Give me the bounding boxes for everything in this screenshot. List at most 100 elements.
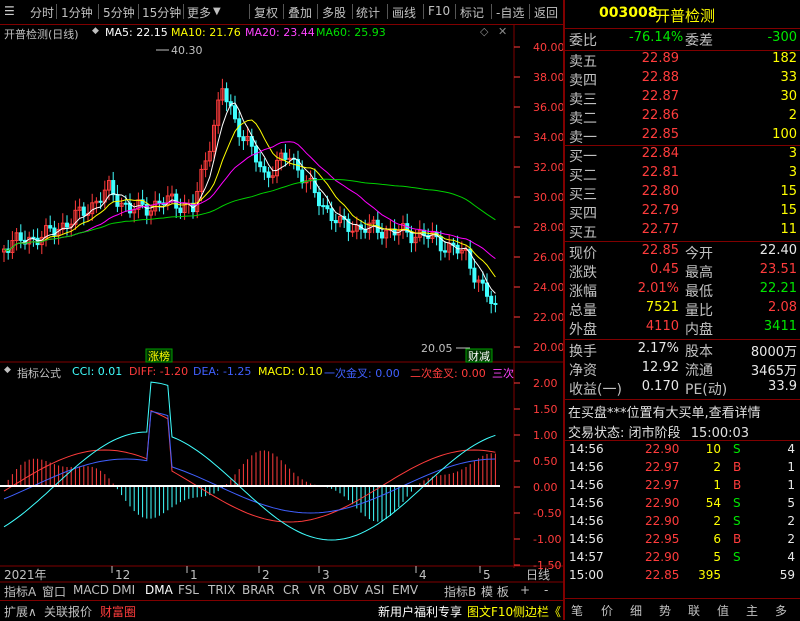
diff-value: DIFF: -1.20: [129, 365, 189, 378]
level-label: 卖二: [569, 111, 597, 127]
collapse-icon[interactable]: ◆: [92, 26, 99, 36]
sell-level-row[interactable]: 卖五 22.89 182: [567, 51, 799, 71]
tick-price: 22.90: [645, 514, 680, 528]
tab-15min[interactable]: 15分钟: [142, 4, 181, 21]
tick-volume: 10: [705, 442, 721, 456]
kline-chart[interactable]: 40.0038.0036.0034.0032.0030.0028.0026.00…: [0, 25, 563, 598]
stat-row: 总量 7521 量比 2.08: [567, 300, 799, 320]
indicator-name[interactable]: 指标公式: [17, 365, 61, 380]
chart-title: 开普检测(日线): [4, 28, 79, 41]
tab-emv[interactable]: EMV: [392, 583, 418, 597]
buy-orders: 买一 22.84 3 买二 22.81 3 买三 22.80 15 买四 22.79 15 买五 22.7…: [565, 146, 800, 246]
tab-dmi[interactable]: DMI: [112, 583, 135, 597]
level-volume: 30: [780, 89, 797, 104]
sell-level-row[interactable]: 卖四 22.88 33: [567, 70, 799, 90]
tab-obv[interactable]: OBV: [333, 583, 359, 597]
zoom-in-button[interactable]: +: [520, 583, 530, 597]
promo-link[interactable]: 新用户福利专享: [378, 603, 462, 620]
overlay-button[interactable]: 叠加: [288, 4, 312, 21]
tab-asi[interactable]: ASI: [365, 583, 384, 597]
sell-level-row[interactable]: 卖二 22.86 2: [567, 108, 799, 128]
tab-price[interactable]: 价: [601, 602, 613, 619]
tick-row: 14:56 22.95 6 B 2: [567, 532, 799, 552]
tab-tick[interactable]: 笔: [571, 602, 583, 619]
buy-level-row[interactable]: 买五 22.77 11: [567, 222, 799, 242]
tab-1min[interactable]: 1分钟: [61, 4, 93, 21]
tick-count: 2: [787, 514, 795, 528]
tab-trend[interactable]: 势: [659, 602, 671, 619]
month-label-12: 12: [115, 568, 130, 582]
zoom-out-button[interactable]: -: [544, 583, 548, 597]
tab-timeshare[interactable]: 分时: [30, 4, 54, 21]
big-order-notice[interactable]: 在买盘***位置有大买单,查看详情: [568, 402, 761, 421]
tab-template[interactable]: 模 板: [481, 583, 509, 600]
draw-line-button[interactable]: 画线: [392, 4, 416, 21]
level-price: 22.80: [641, 184, 679, 199]
mark-button[interactable]: 标记: [460, 4, 484, 21]
related-quote-button[interactable]: 关联报价: [44, 603, 92, 620]
event-tag-2[interactable]: 财减: [468, 349, 490, 363]
stat-label: 总量: [569, 303, 597, 319]
expand-button[interactable]: 扩展∧: [4, 603, 37, 620]
back-button[interactable]: 返回: [534, 4, 558, 21]
adjust-button[interactable]: 复权: [254, 4, 278, 21]
level-volume: 182: [772, 51, 797, 66]
buy-level-row[interactable]: 买一 22.84 3: [567, 146, 799, 166]
tab-detail[interactable]: 细: [630, 602, 642, 619]
tab-trix[interactable]: TRIX: [208, 583, 235, 597]
remove-watchlist-button[interactable]: -自选: [496, 4, 524, 21]
tab-more[interactable]: 更多: [187, 4, 211, 21]
tab-value[interactable]: 值: [717, 602, 729, 619]
buy-level-row[interactable]: 买四 22.79 15: [567, 203, 799, 223]
buy-level-row[interactable]: 买二 22.81 3: [567, 165, 799, 185]
level-label: 买四: [569, 206, 597, 222]
close-icon[interactable]: ✕: [498, 25, 507, 38]
low-price-label: 20.05: [421, 342, 453, 355]
tab-indicator-b[interactable]: 指标B: [444, 583, 476, 600]
level-price: 22.89: [641, 51, 679, 66]
statistics-button[interactable]: 统计: [356, 4, 380, 21]
sell-level-row[interactable]: 卖三 22.87 30: [567, 89, 799, 109]
buy-level-row[interactable]: 买三 22.80 15: [567, 184, 799, 204]
stat-label: 最低: [685, 284, 713, 300]
tab-main[interactable]: 主: [746, 602, 758, 619]
fundamental-value: 0.170: [641, 379, 679, 394]
tab-macd[interactable]: MACD: [73, 583, 109, 597]
settings-diamond-icon[interactable]: ◇: [480, 25, 488, 38]
month-label-3: 3: [322, 568, 330, 582]
level-price: 22.87: [641, 89, 679, 104]
sell-level-row[interactable]: 卖一 22.85 100: [567, 127, 799, 147]
quote-panel: 003008 开普检测 委比 -76.14% 委差 -300 卖五 22.89 18…: [563, 0, 800, 620]
f10-link[interactable]: 图文F10: [467, 603, 513, 620]
fundamental-row: 换手 2.17% 股本 8000万: [567, 341, 799, 361]
tick-price: 22.97: [645, 478, 680, 492]
stat-row: 涨跌 0.45 最高 23.51: [567, 262, 799, 282]
indicator-axis-label: 1.50: [533, 403, 558, 416]
menu-icon[interactable]: ☰: [4, 4, 15, 18]
main-chart-header: 开普检测(日线) ◆ MA5: 22.15 MA10: 21.76 MA20: …: [0, 25, 514, 41]
tab-dma[interactable]: DMA: [145, 583, 173, 597]
tab-window[interactable]: 窗口: [42, 583, 66, 600]
f10-button[interactable]: F10: [428, 4, 450, 18]
tab-5min[interactable]: 5分钟: [103, 4, 135, 21]
tick-volume: 54: [705, 496, 721, 510]
tab-vr[interactable]: VR: [309, 583, 326, 597]
tab-fsl[interactable]: FSL: [178, 583, 199, 597]
event-tag-1[interactable]: 涨榜: [148, 349, 170, 363]
wealth-circle-button[interactable]: 财富圈: [100, 603, 136, 620]
chevron-down-icon[interactable]: ▼: [213, 6, 221, 17]
level-label: 买二: [569, 168, 597, 184]
tab-multi[interactable]: 多: [775, 602, 787, 619]
price-axis-label: 28.00: [533, 221, 563, 234]
tab-indicator-a[interactable]: 指标A: [4, 583, 36, 600]
collapse-icon[interactable]: ◆: [4, 365, 11, 375]
period-label: 日线: [526, 568, 550, 582]
tick-direction: S: [733, 550, 741, 564]
tab-related[interactable]: 联: [688, 602, 700, 619]
sidebar-toggle[interactable]: 侧边栏《: [513, 603, 561, 620]
tab-brar[interactable]: BRAR: [242, 583, 275, 597]
fundamental-row: 收益(一) 0.170 PE(动) 33.9: [567, 379, 799, 399]
order-diff-label: 委差: [685, 33, 713, 49]
multi-stock-button[interactable]: 多股: [322, 4, 346, 21]
tab-cr[interactable]: CR: [283, 583, 300, 597]
